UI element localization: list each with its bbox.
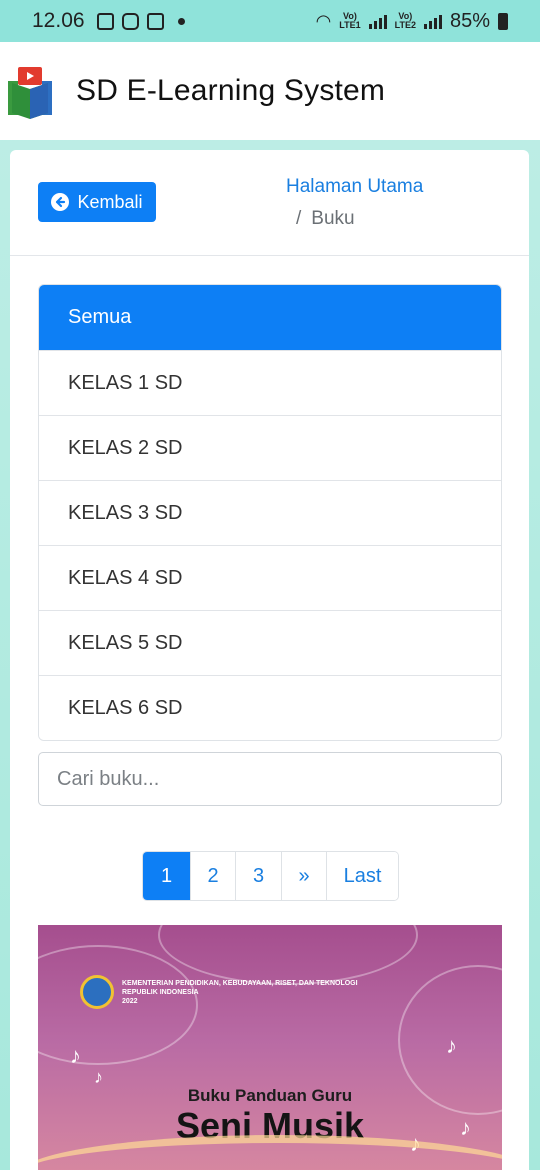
battery-icon <box>498 12 508 30</box>
breadcrumb-current-line: / Buku <box>286 208 423 230</box>
status-left: 12.06 <box>32 9 185 33</box>
book-cover[interactable]: KEMENTERIAN PENDIDIKAN, KEBUDAYAAN, RISE… <box>38 925 502 1170</box>
book-publisher: KEMENTERIAN PENDIDIKAN, KEBUDAYAAN, RISE… <box>122 979 422 1006</box>
main-card: Kembali Halaman Utama / Buku Semua KELAS … <box>10 150 529 1170</box>
category-item-kelas-6[interactable]: KELAS 6 SD <box>39 675 501 740</box>
next-page-button[interactable]: » <box>281 852 326 900</box>
category-item-kelas-1[interactable]: KELAS 1 SD <box>39 350 501 415</box>
last-page-button[interactable]: Last <box>326 852 398 900</box>
page-2-button[interactable]: 2 <box>190 852 235 900</box>
book-subtitle: Buku Panduan Guru <box>187 1086 353 1105</box>
cloud-shape <box>158 925 418 985</box>
music-note-icon: ♪ <box>446 1033 457 1058</box>
status-time: 12.06 <box>32 9 85 32</box>
book-publisher-line2: REPUBLIK INDONESIA <box>122 989 199 996</box>
app-header: SD E-Learning System <box>0 42 540 140</box>
app-title: SD E-Learning System <box>76 74 386 107</box>
status-right: ◠ Vo) LTE1 Vo) LTE2 85% <box>316 10 508 33</box>
book-year: 2022 <box>122 998 138 1005</box>
sim2-indicator: Vo) LTE2 <box>394 11 416 30</box>
breadcrumb: Halaman Utama / Buku <box>286 176 423 230</box>
category-item-kelas-2[interactable]: KELAS 2 SD <box>39 415 501 480</box>
news-icon <box>146 12 164 30</box>
app-logo-icon <box>8 67 52 119</box>
arrow-left-circle-icon <box>51 193 70 211</box>
breadcrumb-current: Buku <box>311 208 355 229</box>
instagram-icon <box>121 12 139 30</box>
pagination: 1 2 3 » Last <box>142 851 399 901</box>
music-note-icon: ♪ <box>70 1043 81 1068</box>
battery-percent: 85% <box>449 9 490 32</box>
page-3-button[interactable]: 3 <box>235 852 281 900</box>
music-note-icon: ♪ <box>94 1067 103 1087</box>
book-publisher-line1: KEMENTERIAN PENDIDIKAN, KEBUDAYAAN, RISE… <box>122 980 358 987</box>
search-input[interactable] <box>38 752 502 806</box>
breadcrumb-home-link[interactable]: Halaman Utama <box>286 176 423 198</box>
breadcrumb-separator: / <box>296 208 302 229</box>
notification-dot-icon <box>177 17 185 25</box>
category-list: Semua KELAS 1 SD KELAS 2 SD KELAS 3 SD K… <box>38 284 502 741</box>
card-header: Kembali Halaman Utama / Buku <box>10 150 529 256</box>
back-button[interactable]: Kembali <box>38 182 156 222</box>
ministry-emblem-icon <box>80 975 114 1009</box>
sim1-indicator: Vo) LTE1 <box>339 11 361 30</box>
category-item-semua[interactable]: Semua <box>39 285 501 350</box>
signal2-icon <box>423 13 442 29</box>
category-item-kelas-5[interactable]: KELAS 5 SD <box>39 610 501 675</box>
category-item-kelas-4[interactable]: KELAS 4 SD <box>39 545 501 610</box>
back-button-label: Kembali <box>77 191 143 212</box>
status-bar: 12.06 ◠ Vo) LTE1 Vo) LTE2 85% <box>0 0 540 42</box>
page-1-button[interactable]: 1 <box>143 852 190 900</box>
category-item-kelas-3[interactable]: KELAS 3 SD <box>39 480 501 545</box>
wifi-icon: ◠ <box>315 10 332 31</box>
signal1-icon <box>368 13 387 29</box>
gallery-icon <box>96 12 114 30</box>
